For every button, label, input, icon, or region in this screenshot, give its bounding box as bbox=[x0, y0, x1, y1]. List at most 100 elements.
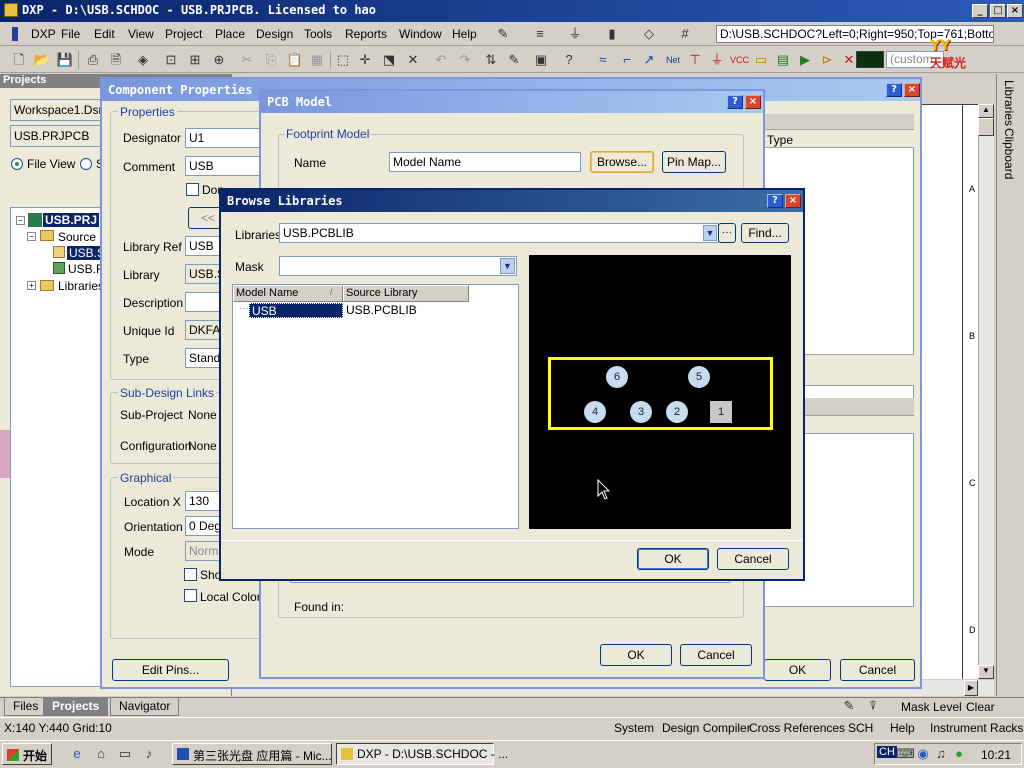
dont-annotate-checkbox[interactable] bbox=[186, 183, 199, 196]
media-icon[interactable]: ♪ bbox=[140, 745, 158, 763]
scroll-down-button[interactable]: ▼ bbox=[978, 665, 994, 679]
edit-pins-button[interactable]: Edit Pins... bbox=[112, 659, 229, 681]
tree-doc-pcb[interactable]: USB.F bbox=[68, 262, 103, 276]
print-icon[interactable]: ⎙ bbox=[84, 51, 102, 69]
power-port-icon[interactable]: ⏚ bbox=[566, 25, 584, 43]
menu-window[interactable]: Window bbox=[399, 27, 442, 41]
workspace-field[interactable]: Workspace1.Dsn bbox=[10, 99, 110, 121]
zoom-all-icon[interactable]: ⊡ bbox=[162, 51, 180, 69]
sheet-symbol-icon[interactable]: ▤ bbox=[774, 51, 792, 69]
taskbar-task-word[interactable]: 第三张光盘 应用篇 - Mic... bbox=[172, 743, 332, 765]
status-design-compiler[interactable]: Design Compiler bbox=[662, 721, 751, 735]
status-sch[interactable]: SCH bbox=[848, 721, 873, 735]
browse-help-button[interactable]: ? bbox=[767, 194, 783, 208]
tray-app-icon[interactable]: ● bbox=[950, 745, 968, 763]
ie-icon[interactable]: e bbox=[68, 745, 86, 763]
menu-file[interactable]: File bbox=[61, 27, 80, 41]
redo-icon[interactable]: ↷ bbox=[456, 51, 474, 69]
menu-edit[interactable]: Edit bbox=[94, 27, 115, 41]
language-indicator[interactable]: CH bbox=[877, 746, 897, 758]
pcb-model-cancel-button[interactable]: Cancel bbox=[680, 644, 752, 666]
select-area-icon[interactable]: ⬚ bbox=[334, 51, 352, 69]
select-icon[interactable]: ⬔ bbox=[380, 51, 398, 69]
explorer-icon[interactable]: ⌂ bbox=[92, 745, 110, 763]
print-preview-icon[interactable]: 🗎 bbox=[107, 51, 125, 69]
bus-tool-icon[interactable]: ≡ bbox=[531, 25, 549, 43]
status-system[interactable]: System bbox=[614, 721, 654, 735]
color-swatch[interactable] bbox=[856, 51, 884, 68]
cut-icon[interactable]: ✂ bbox=[238, 51, 256, 69]
place-part-icon[interactable]: ▭ bbox=[752, 51, 770, 69]
clear-label[interactable]: Clear bbox=[966, 700, 995, 714]
browse-ok-button[interactable]: OK bbox=[637, 548, 709, 570]
local-colors-checkbox[interactable] bbox=[184, 589, 197, 602]
vcc-label-icon[interactable]: VCC bbox=[730, 51, 749, 69]
paste-array-icon[interactable]: ▦ bbox=[308, 51, 326, 69]
wire-tool-icon[interactable]: ✎ bbox=[494, 25, 512, 43]
libraries-dropdown-icon[interactable]: ▼ bbox=[703, 225, 717, 241]
menu-design[interactable]: Design bbox=[256, 27, 293, 41]
vcc-icon[interactable]: ⊤ bbox=[686, 51, 704, 69]
zoom-select-icon[interactable]: ⊕ bbox=[210, 51, 228, 69]
desktop-icon[interactable]: ▭ bbox=[116, 745, 134, 763]
new-icon[interactable]: 🗋 bbox=[10, 51, 28, 69]
paste-icon[interactable]: 📋 bbox=[286, 51, 304, 69]
structure-view-radio[interactable] bbox=[80, 158, 92, 170]
comment-field[interactable]: USB bbox=[185, 156, 265, 176]
menu-place[interactable]: Place bbox=[215, 27, 245, 41]
menu-dxp[interactable]: DXP bbox=[31, 27, 56, 41]
tab-navigator[interactable]: Navigator bbox=[110, 698, 180, 716]
tab-projects[interactable]: Projects bbox=[43, 698, 109, 716]
shape-tool-icon[interactable]: ◇ bbox=[640, 25, 658, 43]
layers-icon[interactable]: ◈ bbox=[134, 51, 152, 69]
zoom-area-icon[interactable]: ⊞ bbox=[186, 51, 204, 69]
copy-icon[interactable]: ⎘ bbox=[262, 51, 280, 69]
place-wire-icon[interactable]: ≈ bbox=[594, 51, 612, 69]
scroll-right-button[interactable]: ▶ bbox=[964, 680, 978, 696]
net-label-icon[interactable]: Net bbox=[664, 51, 682, 69]
scroll-thumb[interactable] bbox=[978, 118, 994, 136]
undo-icon[interactable]: ↶ bbox=[432, 51, 450, 69]
status-cross-references[interactable]: Cross References bbox=[749, 721, 845, 735]
grid-tool-icon[interactable]: # bbox=[676, 25, 694, 43]
move-icon[interactable]: ✛ bbox=[356, 51, 374, 69]
location-box[interactable]: D:\USB.SCHDOC?Left=0;Right=950;Top=761;B… bbox=[716, 25, 994, 43]
source-library-column-header[interactable]: Source Library bbox=[343, 285, 469, 302]
tab-files[interactable]: Files bbox=[4, 698, 48, 716]
mask-field[interactable] bbox=[279, 256, 517, 276]
browse-button[interactable]: Browse... bbox=[590, 151, 654, 173]
sidebar-tab-libraries[interactable]: Libraries bbox=[1002, 80, 1016, 126]
menu-tools[interactable]: Tools bbox=[304, 27, 332, 41]
status-instrument-racks[interactable]: Instrument Racks bbox=[930, 721, 1023, 735]
project-field[interactable]: USB.PRJPCB bbox=[10, 125, 110, 147]
tree-collapse-icon[interactable]: − bbox=[16, 216, 25, 225]
filter-icon[interactable]: ⍒ bbox=[864, 697, 882, 715]
designator-field[interactable]: U1 bbox=[185, 128, 265, 148]
maximize-button[interactable]: □ bbox=[990, 4, 1006, 18]
sheet-entry-icon[interactable]: ▶ bbox=[796, 51, 814, 69]
component-close-button[interactable]: × bbox=[904, 83, 920, 97]
mask-icon[interactable]: ✎ bbox=[840, 697, 858, 715]
vertical-scrollbar[interactable] bbox=[978, 104, 994, 679]
pin-map-button[interactable]: Pin Map... bbox=[662, 151, 726, 173]
hierarchy-icon[interactable]: ⇅ bbox=[482, 51, 500, 69]
list-item[interactable]: ··· USB USB.PCBLIB bbox=[235, 303, 495, 318]
status-help[interactable]: Help bbox=[890, 721, 915, 735]
model-name-column-header[interactable]: Model Name / bbox=[233, 285, 343, 302]
browse-component-icon[interactable]: ▣ bbox=[532, 51, 550, 69]
menu-help[interactable]: Help bbox=[452, 27, 477, 41]
help-advisor-icon[interactable]: ? bbox=[560, 51, 578, 69]
pcb-model-ok-button[interactable]: OK bbox=[600, 644, 672, 666]
taskbar-task-dxp[interactable]: DXP - D:\USB.SCHDOC - ... bbox=[336, 743, 508, 765]
deselect-icon[interactable]: ✕ bbox=[404, 51, 422, 69]
pcb-model-close-button[interactable]: × bbox=[745, 95, 761, 109]
tree-expand-icon[interactable]: + bbox=[27, 281, 36, 290]
mask-level-label[interactable]: Mask Level bbox=[901, 700, 962, 714]
browse-cancel-button[interactable]: Cancel bbox=[717, 548, 789, 570]
tree-collapse-icon[interactable]: − bbox=[27, 232, 36, 241]
component-help-button[interactable]: ? bbox=[886, 83, 902, 97]
tree-root[interactable]: USB.PRJ bbox=[43, 213, 100, 227]
close-button[interactable]: × bbox=[1007, 4, 1023, 18]
libraries-select[interactable]: USB.PCBLIB bbox=[279, 223, 719, 243]
menu-reports[interactable]: Reports bbox=[345, 27, 387, 41]
